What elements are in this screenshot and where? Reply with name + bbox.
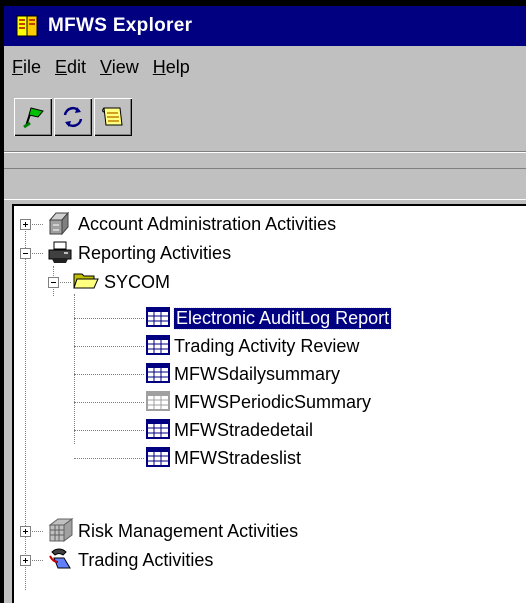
expand-risk[interactable]: [20, 526, 31, 537]
tree-node-label: Trading Activities: [78, 549, 214, 570]
tree-node-report[interactable]: MFWStradedetail: [174, 416, 313, 444]
scroll-icon: [102, 107, 123, 126]
separator-light: [4, 152, 526, 153]
telephone-icon: [49, 548, 71, 569]
report-grid-icon: [146, 335, 170, 355]
menu-file[interactable]: File: [6, 57, 47, 78]
menu-help-label: elp: [165, 56, 190, 77]
title-bar[interactable]: MFWS Explorer: [4, 6, 526, 46]
tree-hline: [74, 318, 144, 320]
expand-account-admin[interactable]: [20, 219, 31, 230]
collapse-sycom[interactable]: [48, 277, 59, 288]
info-strip: [4, 168, 526, 200]
tree-node-label: MFWSPeriodicSummary: [174, 391, 372, 412]
tree-node-report[interactable]: MFWSdailysummary: [174, 360, 340, 388]
menu-file-accel: F: [12, 56, 23, 77]
tree-node-label: MFWStradeslist: [174, 447, 302, 468]
tree-hline: [74, 430, 144, 432]
menu-bar: File Edit View Help: [4, 48, 526, 86]
tree-node-trading[interactable]: Trading Activities: [78, 546, 213, 574]
tree-node-label: Trading Activity Review: [174, 335, 360, 356]
report-grid-icon: [146, 363, 170, 383]
window-title: MFWS Explorer: [48, 15, 193, 36]
refresh-icon: [63, 106, 83, 128]
menu-help[interactable]: Help: [147, 57, 196, 78]
tree-node-label: Risk Management Activities: [78, 520, 299, 541]
tree-node-account-admin[interactable]: Account Administration Activities: [78, 210, 336, 238]
app-window: MFWS Explorer File Edit View Help Accoun…: [4, 6, 526, 603]
menu-edit-label: dit: [67, 56, 87, 77]
report-grid-disabled-icon: [146, 391, 170, 411]
tree-node-label: SYCOM: [104, 271, 171, 292]
grid-chart-icon: [48, 518, 74, 542]
go-button[interactable]: [14, 98, 52, 136]
tree-node-risk[interactable]: Risk Management Activities: [78, 517, 298, 545]
tree-hline: [74, 374, 144, 376]
toolbar: [4, 88, 526, 148]
app-book-icon: [16, 15, 38, 37]
report-grid-icon: [146, 307, 170, 327]
report-grid-icon: [146, 419, 170, 439]
tree-node-label: MFWSdailysummary: [174, 363, 341, 384]
report-grid-icon: [146, 447, 170, 467]
printer-icon: [48, 241, 72, 263]
tree-node-label: MFWStradedetail: [174, 419, 314, 440]
menu-file-label: ile: [23, 56, 42, 77]
menu-help-accel: H: [152, 56, 166, 77]
tree-node-report[interactable]: Trading Activity Review: [174, 332, 359, 360]
tree-view[interactable]: Account Administration Activities Report…: [12, 204, 526, 603]
tree-node-report-selected[interactable]: Electronic AuditLog Report: [172, 304, 393, 332]
menu-view-accel: V: [100, 56, 112, 77]
tree-node-reporting[interactable]: Reporting Activities: [78, 239, 231, 267]
tree-node-sycom[interactable]: SYCOM: [104, 268, 170, 296]
folder-open-icon: [73, 273, 99, 289]
tree-hline: [74, 458, 144, 460]
tree-line-sycom: [74, 294, 76, 444]
menu-edit-accel: E: [55, 56, 68, 77]
go-icon: [23, 107, 44, 129]
tree-node-label: Account Administration Activities: [78, 213, 337, 234]
refresh-button[interactable]: [54, 98, 92, 136]
tree-hline: [74, 402, 144, 404]
menu-view-label: iew: [111, 56, 139, 77]
filing-cabinet-icon: [48, 211, 70, 236]
tree-node-report[interactable]: MFWStradeslist: [174, 444, 301, 472]
expand-trading[interactable]: [20, 555, 31, 566]
menu-edit[interactable]: Edit: [49, 57, 92, 78]
tree-node-label: Electronic AuditLog Report: [172, 306, 393, 330]
tree-node-report[interactable]: MFWSPeriodicSummary: [174, 388, 371, 416]
tree-hline: [74, 346, 144, 348]
collapse-reporting[interactable]: [20, 248, 31, 259]
scroll-button[interactable]: [94, 98, 132, 136]
menu-view[interactable]: View: [94, 57, 145, 78]
tree-node-label: Reporting Activities: [78, 242, 232, 263]
